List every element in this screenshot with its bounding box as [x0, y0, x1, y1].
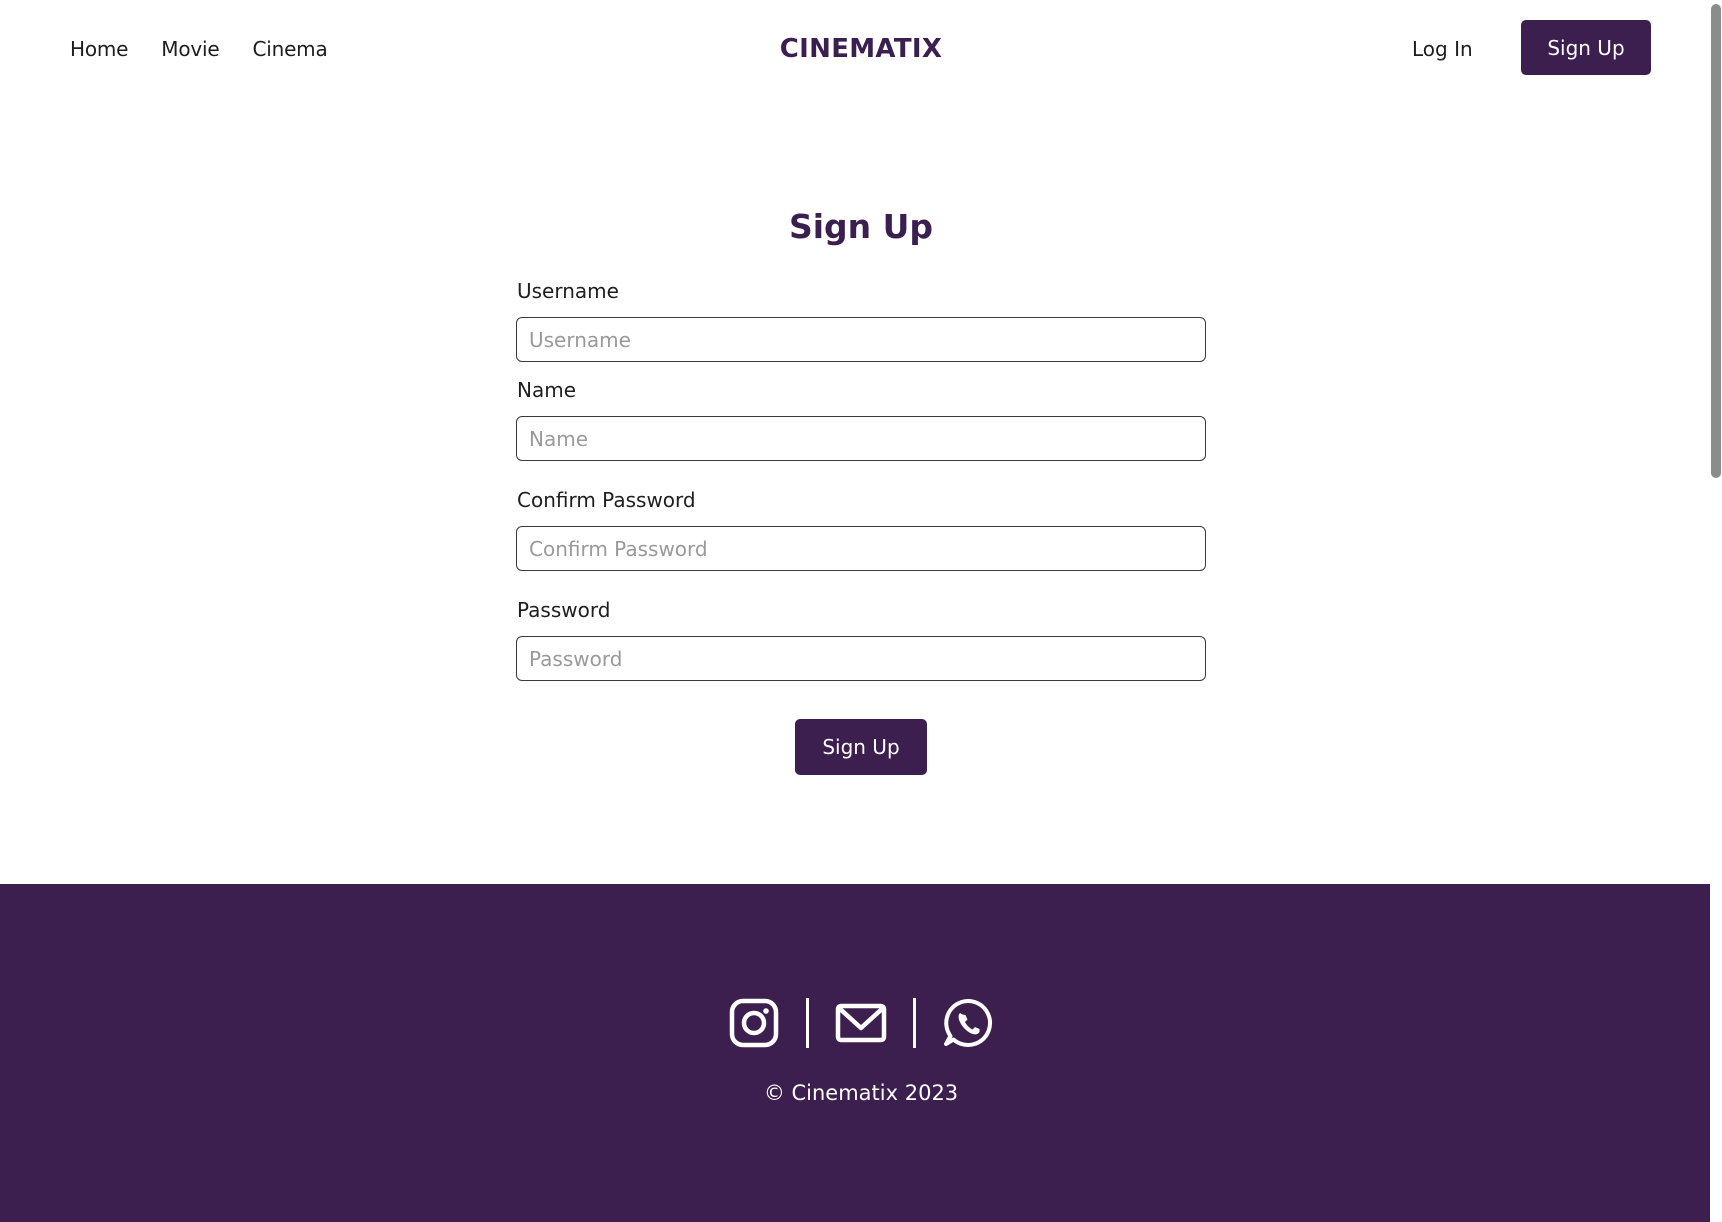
username-input[interactable] — [516, 317, 1206, 362]
navbar: Home Movie Cinema CINEMATIX Log In Sign … — [0, 0, 1710, 98]
instagram-icon[interactable] — [728, 997, 780, 1049]
password-input[interactable] — [516, 636, 1206, 681]
social-divider — [806, 998, 809, 1048]
footer: © Cinematix 2023 — [0, 884, 1722, 1222]
form-title: Sign Up — [788, 207, 934, 246]
name-label: Name — [517, 378, 577, 402]
nav-signup-button[interactable]: Sign Up — [1521, 20, 1651, 75]
username-label: Username — [517, 279, 619, 303]
login-link[interactable]: Log In — [1412, 33, 1473, 65]
name-input[interactable] — [516, 416, 1206, 461]
social-divider — [913, 998, 916, 1048]
signup-page: Home Movie Cinema CINEMATIX Log In Sign … — [0, 0, 1722, 1222]
password-label: Password — [517, 598, 611, 622]
signup-submit-button[interactable]: Sign Up — [795, 719, 927, 775]
confirm-password-input[interactable] — [516, 526, 1206, 571]
copyright-text: © Cinematix 2023 — [763, 1081, 959, 1105]
whatsapp-icon[interactable] — [942, 997, 994, 1049]
mail-icon[interactable] — [835, 997, 887, 1049]
social-links — [0, 997, 1722, 1049]
scrollbar-thumb[interactable] — [1711, 4, 1721, 478]
confirm-password-label: Confirm Password — [517, 488, 696, 512]
